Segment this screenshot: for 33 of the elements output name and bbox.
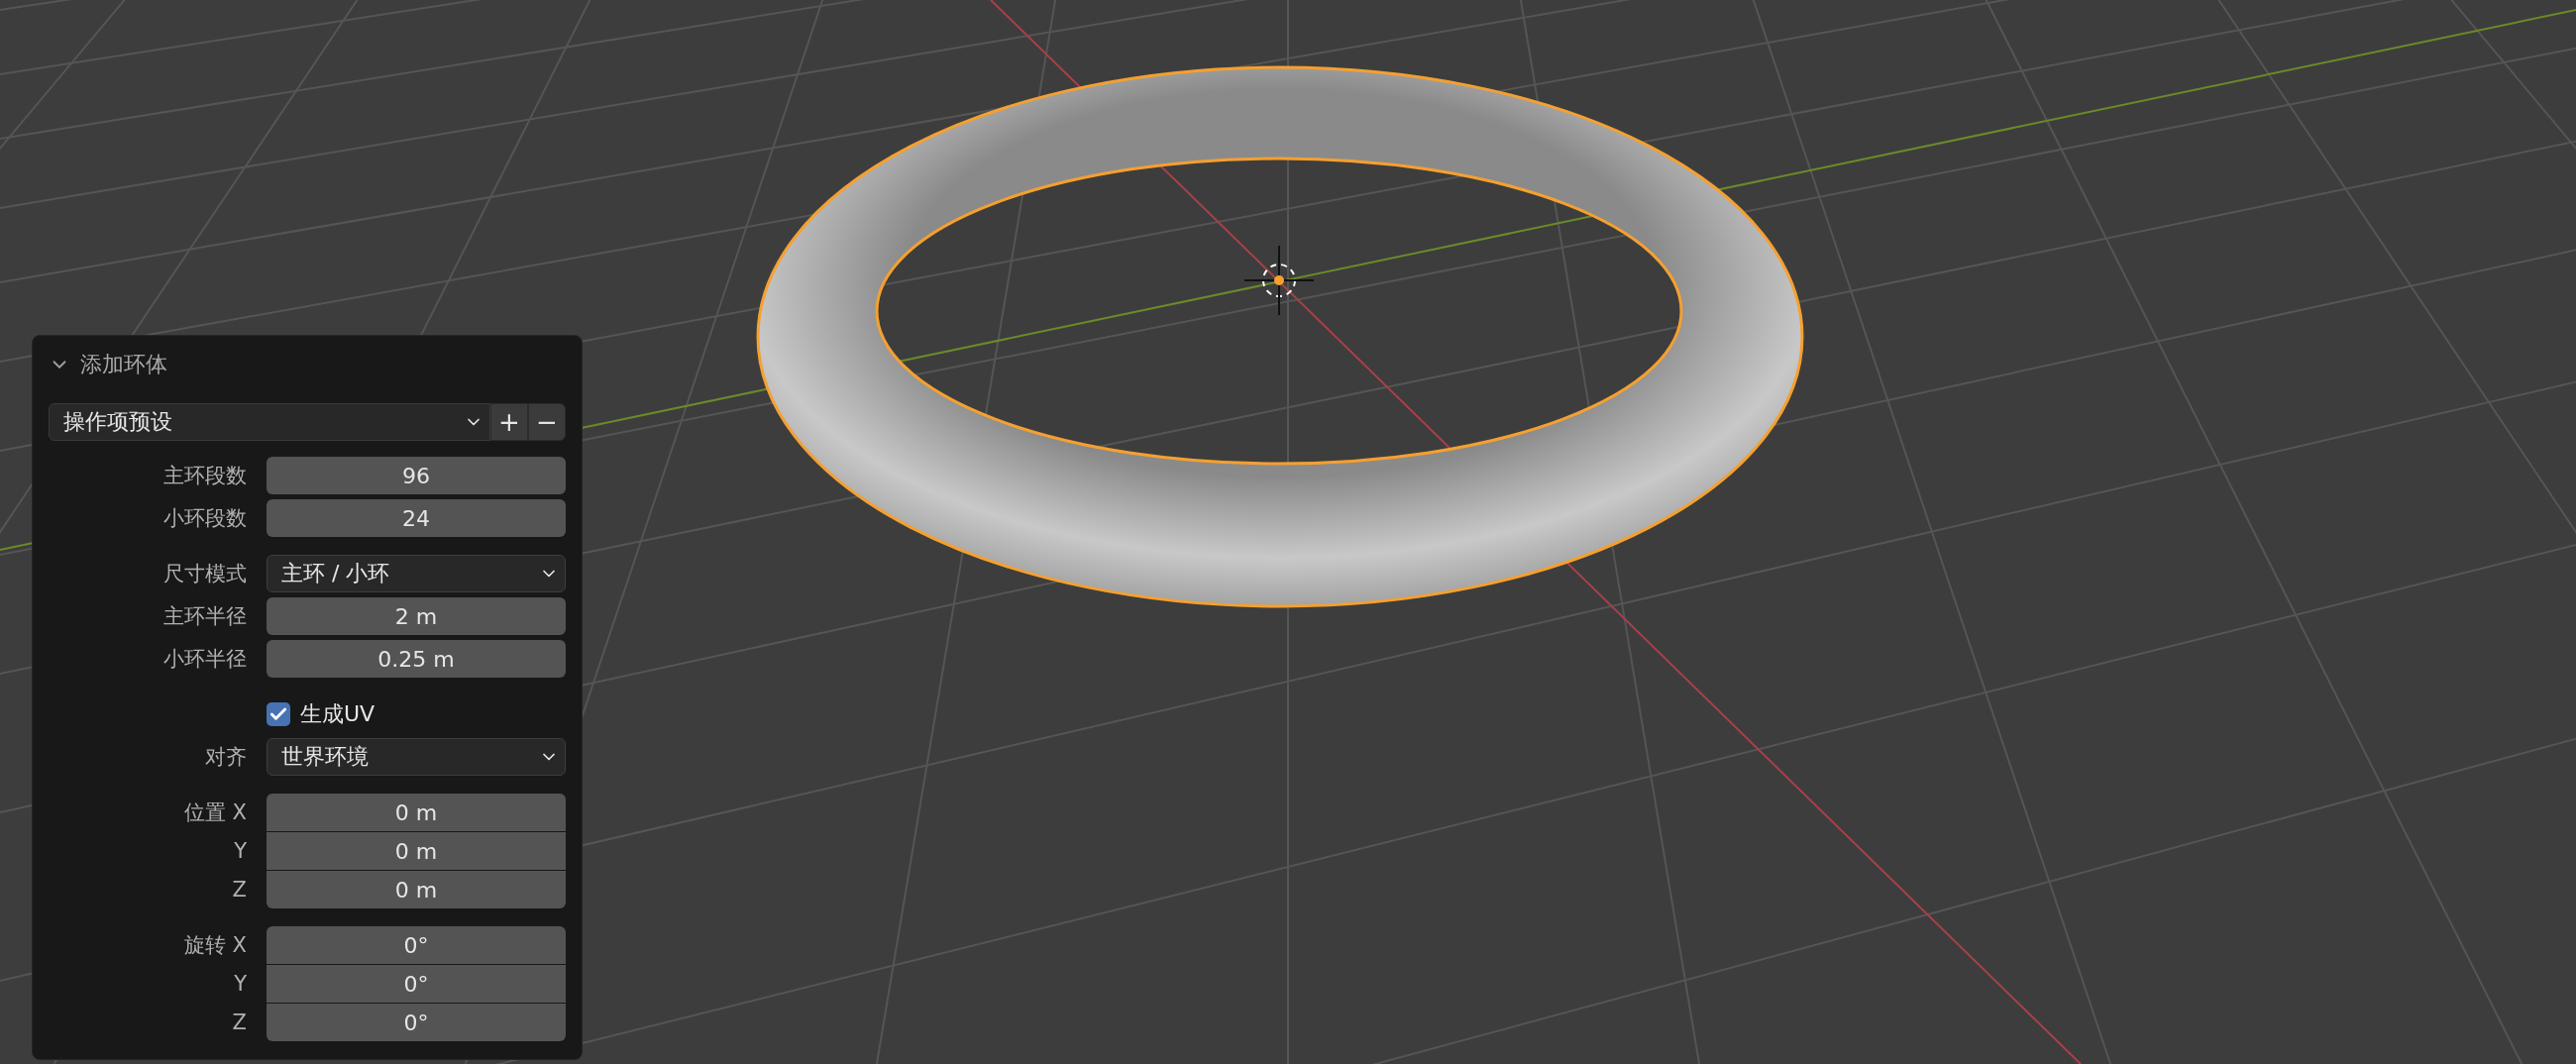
field-label: 对齐 — [205, 744, 247, 771]
field-label: 尺寸模式 — [163, 561, 247, 587]
number-field[interactable]: 2 m — [267, 597, 566, 635]
number-field[interactable]: 0° — [267, 965, 566, 1003]
field-label: 主环半径 — [163, 603, 247, 630]
number-field[interactable]: 24 — [267, 499, 566, 537]
remove-preset-button[interactable]: − — [528, 403, 566, 441]
3d-cursor-icon[interactable] — [1243, 245, 1315, 316]
field-label: Z — [232, 878, 247, 902]
number-field[interactable]: 0° — [267, 926, 566, 964]
preset-dropdown[interactable]: 操作项预设 — [49, 403, 490, 441]
panel-title: 添加环体 — [80, 351, 167, 378]
field-label: 小环半径 — [163, 646, 247, 673]
field-label: 主环段数 — [163, 463, 247, 489]
checkbox[interactable] — [267, 702, 290, 726]
checkbox-label: 生成UV — [300, 700, 376, 728]
number-field[interactable]: 0 m — [267, 832, 566, 870]
add-preset-button[interactable]: + — [490, 403, 528, 441]
field-label: Y — [234, 972, 247, 996]
dropdown[interactable]: 世界环境 — [267, 738, 566, 776]
dropdown[interactable]: 主环 / 小环 — [267, 555, 566, 592]
torus-drawing[interactable] — [756, 66, 1804, 607]
field-label: 小环段数 — [163, 505, 247, 532]
number-field[interactable]: 0 m — [267, 871, 566, 908]
number-field[interactable]: 0.25 m — [267, 640, 566, 678]
3d-viewport[interactable]: 添加环体 操作项预设 + − 主环段数 96 小环段数 24 尺寸模式 主环 / 小环 主环半径 2 m 小环半径 0.25 m 生成UV 对齐 世界环境 位置 X 0 m Y 0 m Z 0 m 旋转 X 0° Y 0° Z 0° — [0, 0, 2576, 1064]
field-label: Y — [234, 839, 247, 863]
field-label: Z — [232, 1011, 247, 1034]
field-label: 旋转 X — [183, 932, 247, 959]
field-label: 位置 X — [183, 799, 247, 826]
number-field[interactable]: 0 m — [267, 794, 566, 831]
number-field[interactable]: 96 — [267, 457, 566, 494]
number-field[interactable]: 0° — [267, 1004, 566, 1041]
